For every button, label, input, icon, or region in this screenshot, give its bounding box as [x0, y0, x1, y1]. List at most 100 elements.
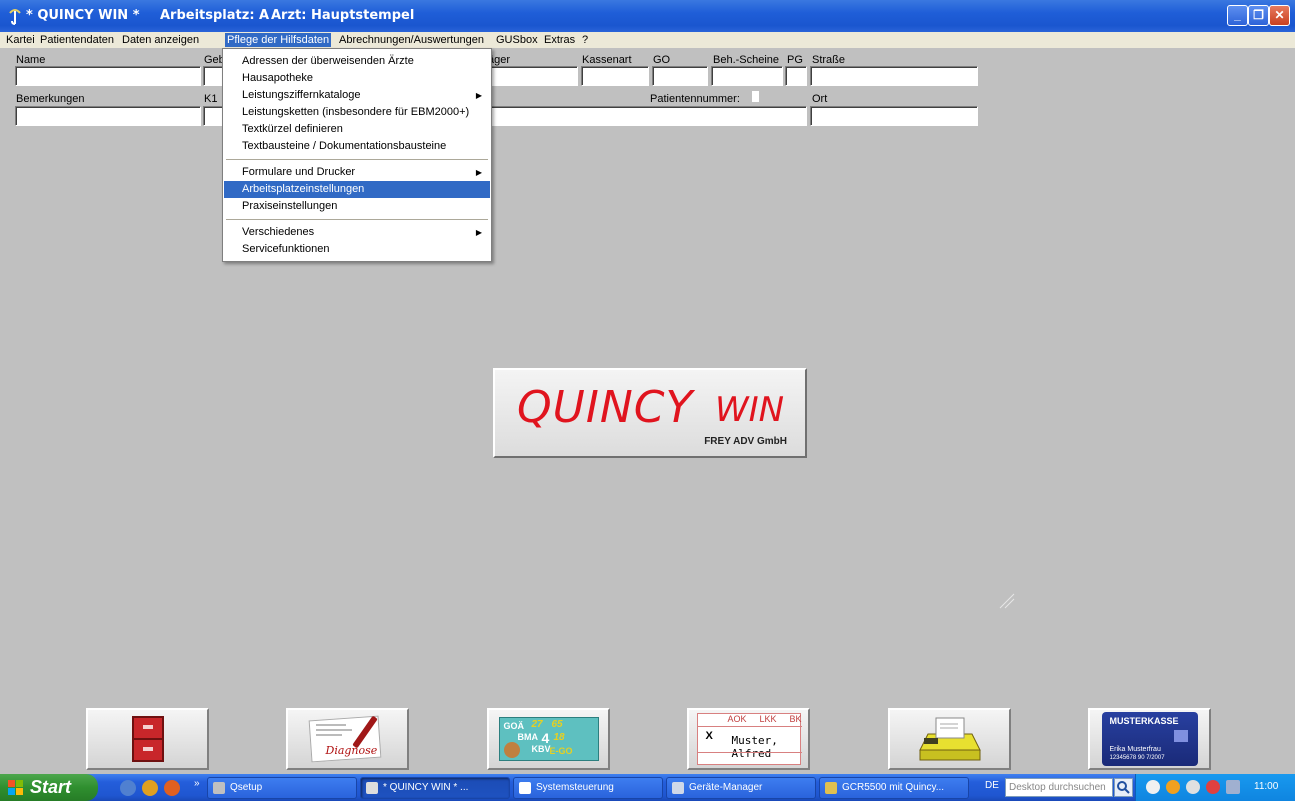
menuitem-praxiseinstellungen[interactable]: Praxiseinstellungen — [224, 198, 490, 215]
resize-grip-icon[interactable] — [998, 592, 1016, 610]
submenu-arrow-icon: ▶ — [475, 228, 482, 237]
strasse-field[interactable] — [810, 66, 978, 86]
network-icon[interactable] — [1186, 780, 1200, 794]
menuitem-textkuerzel[interactable]: Textkürzel definieren — [224, 121, 490, 138]
taskbar: Start » Qsetup * QUINCY WIN * ... System… — [0, 774, 1295, 801]
menuitem-arbeitsplatzeinstellungen[interactable]: Arbeitsplatzeinstellungen — [224, 181, 490, 198]
menuitem-verschiedenes[interactable]: Verschiedenes ▶ — [224, 224, 490, 241]
restore-button[interactable]: ❐ — [1248, 5, 1269, 26]
menuitem-label: Textbausteine / Dokumentationsbausteine — [242, 140, 447, 152]
close-button[interactable]: ✕ — [1269, 5, 1290, 26]
search-icon[interactable] — [1114, 778, 1133, 797]
ie-quicklaunch-icon[interactable] — [120, 780, 136, 796]
security-icon[interactable] — [1206, 780, 1220, 794]
ego-label: E-GO — [549, 746, 573, 756]
clock[interactable]: 11:00 — [1254, 781, 1278, 792]
menuitem-formulare-drucker[interactable]: Formulare und Drucker ▶ — [224, 164, 490, 181]
system-tray: 11:00 — [1135, 774, 1295, 801]
control-panel-icon — [519, 782, 531, 794]
menu-bar: Kartei Patientendaten Daten anzeigen Pfl… — [0, 32, 1295, 48]
kartei-button[interactable] — [86, 708, 209, 770]
display-icon[interactable] — [1226, 780, 1240, 794]
printer-icon — [918, 717, 981, 761]
task-systemsteuerung[interactable]: Systemsteuerung — [513, 777, 663, 799]
task-label: Geräte-Manager — [689, 782, 763, 793]
task-quincy-win[interactable]: * QUINCY WIN * ... — [360, 777, 510, 799]
submenu-arrow-icon: ▶ — [475, 91, 482, 100]
tray-app-icon[interactable] — [1166, 780, 1180, 794]
task-geraete-manager[interactable]: Geräte-Manager — [666, 777, 816, 799]
firefox-quicklaunch-icon[interactable] — [164, 780, 180, 796]
strasse-label: Straße — [812, 54, 846, 66]
name-field[interactable] — [15, 66, 201, 86]
desktop-search-input[interactable]: Desktop durchsuchen — [1005, 778, 1113, 797]
kassenart-field[interactable] — [581, 66, 649, 86]
menu-help[interactable]: ? — [580, 33, 590, 47]
diagnose-icon: Diagnose — [306, 714, 390, 764]
submenu-arrow-icon: ▶ — [475, 168, 482, 177]
start-button[interactable]: Start — [0, 774, 98, 801]
go-field[interactable] — [652, 66, 708, 86]
bk-label: BK — [789, 714, 802, 724]
traeger-field[interactable] — [488, 66, 578, 86]
task-qsetup[interactable]: Qsetup — [207, 777, 357, 799]
menu-patientendaten[interactable]: Patientendaten — [38, 33, 116, 47]
k1-label: K1 — [204, 93, 218, 105]
window-title: * QUINCY WIN * — [26, 8, 140, 23]
quicklaunch-more-icon[interactable]: » — [194, 778, 200, 789]
diagnose-button[interactable]: Diagnose — [286, 708, 409, 770]
go-label: GO — [653, 54, 671, 66]
patientennummer-value — [752, 91, 759, 102]
insurance-card-icon: MUSTERKASSE Erika Musterfrau 12345678 90… — [1101, 712, 1198, 766]
card-number-label: 12345678 90 7/2007 — [1109, 755, 1165, 761]
menuitem-hausapotheke[interactable]: Hausapotheke — [224, 70, 490, 87]
filing-cabinet-icon — [131, 716, 164, 762]
minimize-button[interactable]: _ — [1227, 5, 1248, 26]
lkk-label: LKK — [759, 714, 777, 724]
start-label: Start — [30, 777, 72, 797]
menuitem-label: Textkürzel definieren — [242, 123, 343, 135]
gebuehren-button[interactable]: GOÄ 27 65 BMA 4 18 KBV E-GO — [487, 708, 610, 770]
drucker-button[interactable] — [888, 708, 1011, 770]
menuitem-leistungsketten[interactable]: Leistungsketten (insbesondere für EBM200… — [224, 104, 490, 121]
menuitem-label: Leistungsziffernkataloge — [242, 89, 361, 101]
behscheine-label: Beh.-Scheine — [713, 54, 780, 66]
pg-label: PG — [787, 54, 803, 66]
goae-label: GOÄ — [503, 721, 525, 731]
menu-gusbox[interactable]: GUSbox — [494, 33, 540, 47]
kassenart-label: Kassenart — [582, 54, 632, 66]
chrome-quicklaunch-icon[interactable] — [142, 780, 158, 796]
menuitem-label: Formulare und Drucker — [242, 166, 356, 178]
patient-name-label: Muster, Alfred — [731, 734, 778, 760]
task-gcr5500[interactable]: GCR5500 mit Quincy... — [819, 777, 969, 799]
menu-abrechnungen[interactable]: Abrechnungen/Auswertungen — [337, 33, 486, 47]
back-arrow-icon[interactable] — [1146, 780, 1160, 794]
bemerkungen-field[interactable] — [15, 106, 201, 126]
menuitem-label: Leistungsketten (insbesondere für EBM200… — [242, 106, 470, 118]
menu-extras[interactable]: Extras — [542, 33, 577, 47]
menuitem-label: Adressen der überweisenden Ärzte — [242, 55, 414, 67]
menu-daten-anzeigen[interactable]: Daten anzeigen — [120, 33, 201, 47]
krankenschein-icon: AOK LKK BK X Muster, Alfred — [696, 713, 802, 765]
task-label: Qsetup — [230, 782, 263, 793]
krankenschein-button[interactable]: AOK LKK BK X Muster, Alfred — [687, 708, 810, 770]
workstation-label: Arbeitsplatz: A — [160, 8, 270, 23]
pg-field[interactable] — [785, 66, 807, 86]
menu-kartei[interactable]: Kartei — [4, 33, 37, 47]
behscheine-field[interactable] — [711, 66, 783, 86]
ort-field[interactable] — [810, 106, 978, 126]
menuitem-textbausteine[interactable]: Textbausteine / Dokumentationsbausteine — [224, 138, 490, 155]
k2-field[interactable] — [488, 106, 807, 126]
menuitem-label: Servicefunktionen — [242, 243, 330, 255]
n27-label: 27 — [531, 719, 543, 730]
menuitem-label: Praxiseinstellungen — [242, 200, 338, 212]
menuitem-servicefunktionen[interactable]: Servicefunktionen — [224, 241, 490, 258]
menu-pflege-der-hilfsdaten[interactable]: Pflege der Hilfsdaten — [225, 33, 332, 47]
versichertenkarte-button[interactable]: MUSTERKASSE Erika Musterfrau 12345678 90… — [1088, 708, 1211, 770]
aok-label: AOK — [727, 714, 747, 724]
n65-label: 65 — [551, 719, 563, 730]
title-bar[interactable]: * QUINCY WIN * Arbeitsplatz: A Arzt: Hau… — [0, 0, 1295, 32]
language-indicator[interactable]: DE — [985, 780, 999, 791]
menuitem-adressen[interactable]: Adressen der überweisenden Ärzte — [224, 53, 490, 70]
menuitem-leistungsziffernkataloge[interactable]: Leistungsziffernkataloge ▶ — [224, 87, 490, 104]
